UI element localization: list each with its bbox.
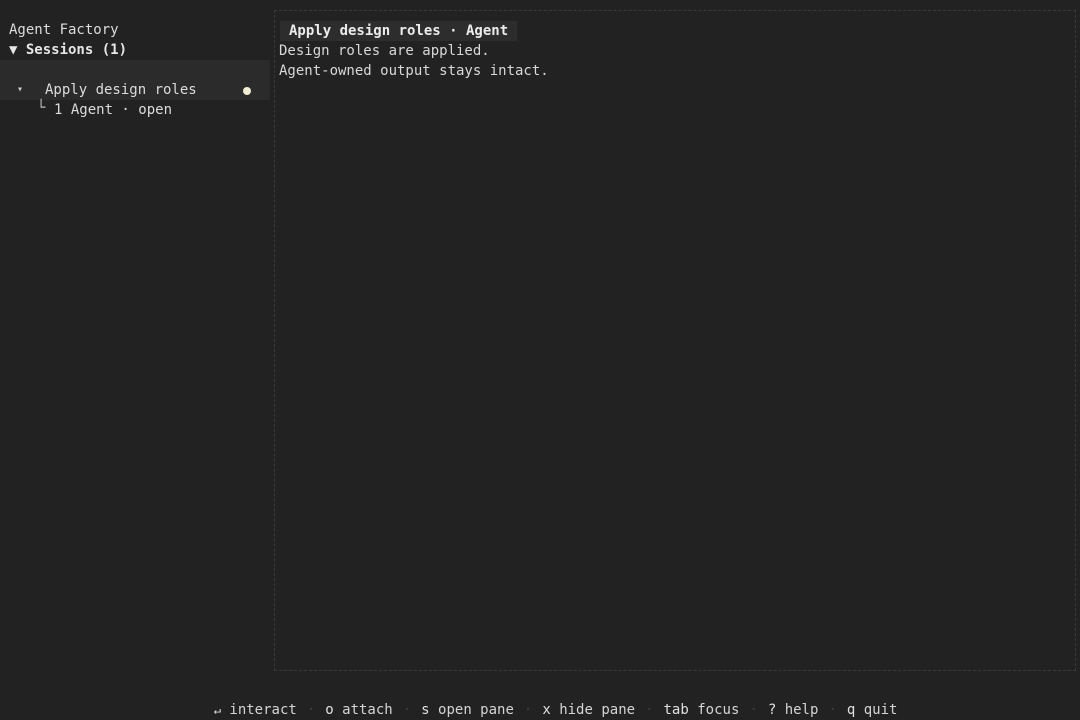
app-window: Agent Factory ▼ Sessions (1) ▾ Apply des… [0, 0, 1080, 720]
separator: · [749, 702, 758, 718]
shortcut-key: ? [767, 702, 777, 718]
tree-branch-icon: └ [37, 100, 46, 116]
app-title: Agent Factory [9, 22, 119, 38]
session-row[interactable]: ▾ Apply design roles [0, 80, 270, 100]
separator: · [828, 702, 837, 718]
shortcut-key: q [846, 702, 856, 718]
pane-title: Apply design roles · Agent [280, 21, 518, 41]
separator: · [645, 702, 654, 718]
session-name: Apply design roles [45, 82, 197, 98]
session-item[interactable]: ▾ Apply design roles [0, 60, 270, 100]
output-line: Design roles are applied. [279, 43, 490, 59]
shortcut-key: s [421, 702, 430, 718]
separator: · [523, 702, 533, 718]
agent-label: 1 Agent · open [54, 102, 173, 118]
separator: · [306, 702, 316, 718]
shortcut-label: hide pane [559, 702, 636, 718]
shortcut-key: x [542, 702, 551, 718]
agent-item[interactable]: └ 1 Agent · open [0, 100, 270, 120]
sessions-header[interactable]: ▼ Sessions (1) [0, 40, 270, 60]
separator: · [402, 702, 412, 718]
agent-output-pane[interactable]: Apply design roles · Agent Design roles … [274, 10, 1076, 671]
status-dot-icon [243, 87, 251, 95]
collapse-caret-icon[interactable]: ▾ [17, 80, 23, 100]
shortcut-quit[interactable]: q quit [847, 702, 898, 718]
enter-key-icon: ↵ [213, 703, 221, 717]
shortcut-label: focus [697, 702, 740, 718]
shortcut-interact[interactable]: ↵ interact [214, 702, 297, 718]
shortcut-attach[interactable]: o attach [325, 702, 392, 718]
shortcut-focus[interactable]: tab focus [664, 702, 740, 718]
shortcut-open-pane[interactable]: s open pane [421, 702, 514, 718]
shortcut-label: quit [863, 702, 898, 718]
shortcut-label: attach [342, 702, 393, 718]
shortcut-key: tab [663, 702, 689, 718]
shortcut-help[interactable]: ? help [768, 702, 819, 718]
shortcut-hide-pane[interactable]: x hide pane [542, 702, 635, 718]
shortcut-label: help [784, 702, 819, 718]
shortcut-label: interact [229, 702, 297, 718]
keybinding-bar: ↵ interact · o attach · s open pane · x hide p… [180, 680, 898, 718]
shortcut-label: open pane [438, 702, 514, 718]
shortcut-key: o [325, 702, 334, 718]
sidebar: Agent Factory ▼ Sessions (1) ▾ Apply des… [0, 20, 270, 120]
output-line: Agent-owned output stays intact. [279, 63, 549, 79]
